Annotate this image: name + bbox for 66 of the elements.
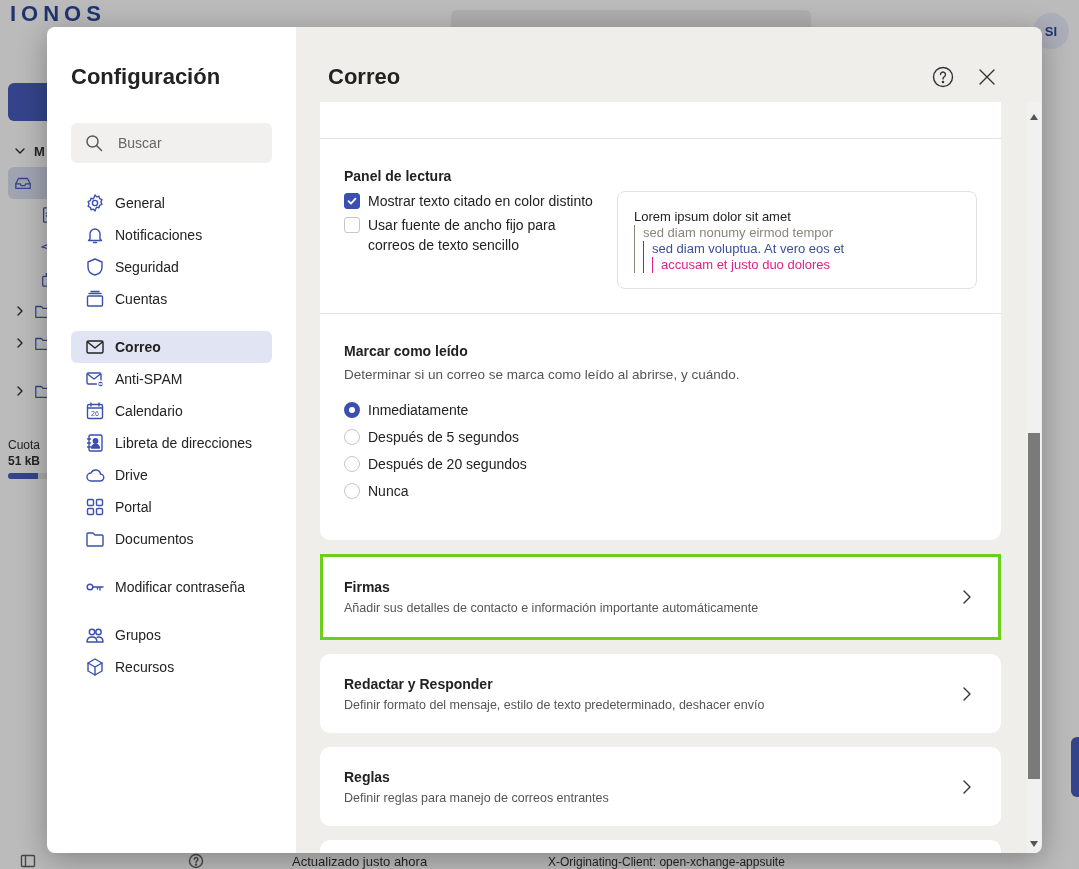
help-icon (931, 65, 955, 89)
dialog-title: Configuración (71, 63, 222, 91)
scrollbar-thumb[interactable] (1028, 433, 1040, 779)
preview-text: accusam et justo duo dolores (661, 257, 831, 273)
scrollbar[interactable] (1027, 102, 1041, 853)
nav-item[interactable]: Portal (71, 491, 272, 523)
grid-icon (85, 497, 105, 517)
checkbox[interactable] (344, 193, 360, 209)
link-title: Redactar y Responder (344, 674, 494, 693)
radio-label: Nunca (368, 482, 409, 499)
shield-icon (85, 257, 105, 277)
search-field[interactable]: Buscar (71, 123, 272, 163)
nav-item[interactable]: Documentos (71, 523, 272, 555)
nav-item[interactable]: Recursos (71, 651, 272, 683)
header-line: X-Originating-Client: open-xchange-appsuite (548, 855, 785, 869)
nav-item[interactable]: Libreta de direcciones (71, 427, 272, 459)
scroll-up-icon[interactable] (1030, 114, 1038, 120)
section-title: Panel de lectura (344, 167, 453, 185)
nav-item[interactable]: General (71, 187, 272, 219)
section-description: Determinar si un correo se marca como leído al abrirse, y cuándo. (344, 366, 741, 384)
radio-label: Inmediatamente (368, 401, 469, 418)
help-icon[interactable] (188, 853, 204, 869)
check-icon (346, 195, 358, 207)
radio-button[interactable] (344, 401, 360, 418)
side-tab[interactable] (1071, 737, 1079, 797)
mail-icon (85, 337, 105, 357)
nav-item[interactable]: Notificaciones (71, 219, 272, 251)
link-description: Definir reglas para manejo de correos entrantes (344, 789, 610, 806)
cube-icon (85, 657, 105, 677)
page-title: Correo (328, 63, 402, 91)
folder-icon (85, 529, 105, 549)
link-title: Reglas (344, 767, 391, 786)
stack-icon (85, 289, 105, 309)
nav-item[interactable]: Correo (71, 331, 272, 363)
contact-book-icon (85, 433, 105, 453)
scroll-down-icon[interactable] (1030, 841, 1038, 847)
mail-block-icon (85, 369, 105, 389)
preview-text: sed diam nonumy eirmod tempor (643, 225, 835, 241)
section-title: Marcar como leído (344, 342, 469, 360)
preview-text: Lorem ipsum dolor sit amet (634, 209, 792, 225)
bell-icon (85, 225, 105, 245)
nav-item[interactable]: Seguridad (71, 251, 272, 283)
quota-value: 51 kB (8, 453, 41, 469)
checkbox-label: Usar fuente de ancho fijo para correos de texto sencillo (368, 216, 557, 255)
settings-link-card[interactable]: Reglas Definir reglas para manejo de correos entrantes (320, 747, 1001, 826)
settings-link-card[interactable]: Firmas Añadir sus detalles de contacto e información importante automáticamente (320, 554, 1001, 640)
nav-item[interactable]: Drive (71, 459, 272, 491)
nav-item[interactable]: Grupos (71, 619, 272, 651)
preview-text: sed diam voluptua. At vero eos et (652, 241, 845, 257)
radio-label: Después de 20 segundos (368, 455, 527, 472)
checkbox-label: Mostrar texto citado en color distinto (368, 192, 593, 211)
link-description: Definir formato del mensaje, estilo de texto predeterminado, deshacer envío (344, 696, 766, 713)
gear-icon (85, 193, 105, 213)
nav-item[interactable]: Modificar contraseña (71, 571, 272, 603)
brand-logo[interactable]: IONOS (10, 2, 120, 26)
radio-label: Después de 5 segundos (368, 428, 519, 445)
sidebar-toggle-icon[interactable] (20, 853, 36, 869)
status-text: Actualizado justo ahora (292, 853, 429, 869)
settings-link-card[interactable]: Redactar y Responder Definir formato del mensaje, estilo de texto predeterminado, deshacer envío (320, 654, 1001, 733)
link-title: Firmas (344, 578, 391, 596)
link-description: Añadir sus detalles de contacto e información importante automáticamente (344, 600, 760, 616)
folder-label[interactable]: M (34, 143, 45, 159)
help-button[interactable] (931, 65, 955, 89)
nav-item[interactable]: Cuentas (71, 283, 272, 315)
quota-label: Cuota (8, 437, 41, 453)
nav-item[interactable]: Anti-SPAM (71, 363, 272, 395)
